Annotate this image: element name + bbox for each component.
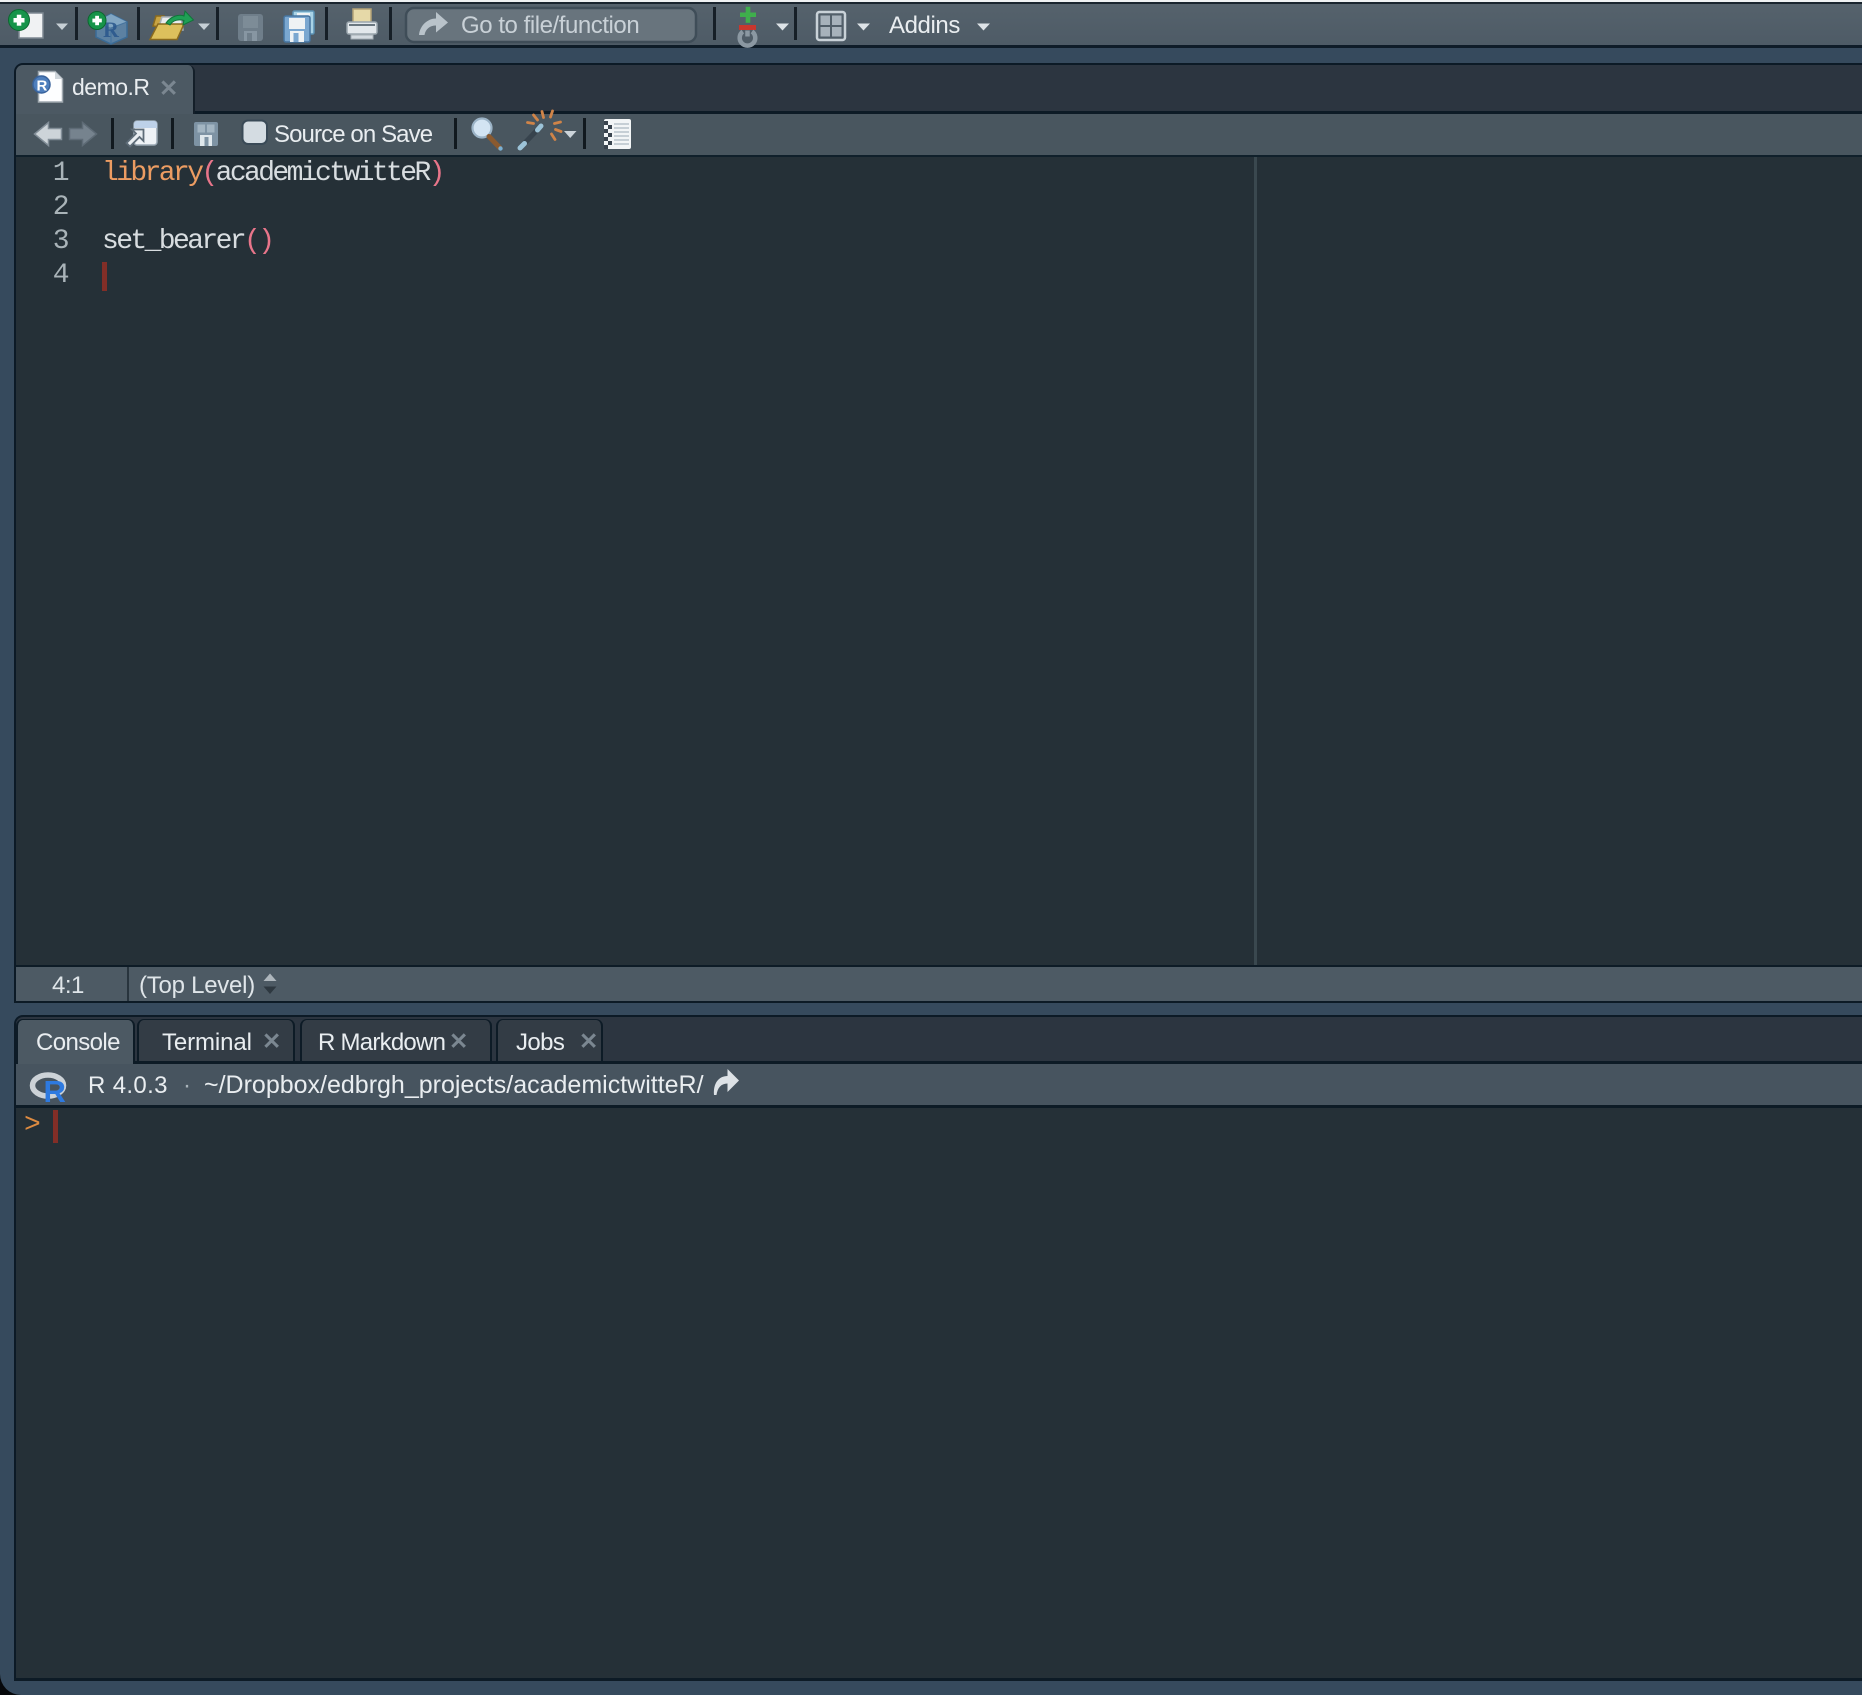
svg-text:R: R [44, 1074, 66, 1109]
svg-text:R: R [37, 78, 48, 95]
